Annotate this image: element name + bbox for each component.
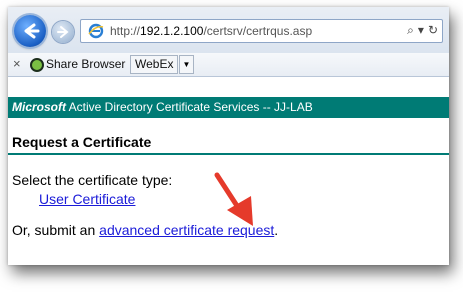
share-browser-icon: [30, 58, 44, 72]
page-title: Request a Certificate: [12, 134, 152, 150]
certificate-type-prompt: Select the certificate type:: [12, 172, 173, 188]
chevron-down-icon[interactable]: ▾: [418, 23, 424, 37]
browser-window: http://192.1.2.100/certsrv/certrqus.asp …: [8, 7, 449, 265]
forward-button[interactable]: [52, 21, 74, 43]
address-bar[interactable]: http://192.1.2.100/certsrv/certrqus.asp …: [80, 19, 443, 43]
or-text: Or, submit an: [12, 222, 100, 238]
webex-dropdown-icon[interactable]: ▼: [179, 55, 194, 74]
navigation-bar: http://192.1.2.100/certsrv/certrqus.asp …: [8, 7, 449, 53]
refresh-icon[interactable]: ↻: [428, 23, 438, 37]
back-button[interactable]: [14, 15, 46, 47]
annotation-arrow-icon: [214, 172, 253, 226]
share-browser-button[interactable]: Share Browser: [46, 57, 125, 71]
webex-button[interactable]: WebEx: [130, 55, 179, 74]
banner-title: Active Directory Certificate Services --…: [68, 100, 313, 114]
banner-brand: Microsoft: [12, 100, 66, 114]
user-certificate-link[interactable]: User Certificate: [39, 191, 135, 207]
trailing-period: .: [274, 222, 279, 238]
favorites-bar: × Share Browser WebEx ▼: [8, 53, 449, 77]
heading-divider: [8, 153, 449, 155]
forward-arrow-icon: [57, 26, 69, 38]
close-icon[interactable]: ×: [13, 56, 21, 71]
ie-logo-icon: [88, 23, 104, 39]
search-icon[interactable]: ⌕: [407, 23, 414, 37]
back-arrow-icon: [24, 23, 40, 39]
url-text: http://192.1.2.100/certsrv/certrqus.asp: [110, 24, 313, 38]
page-banner: Microsoft Active Directory Certificate S…: [8, 97, 449, 118]
address-bar-tools: ⌕ ▾ ↻: [403, 23, 438, 38]
